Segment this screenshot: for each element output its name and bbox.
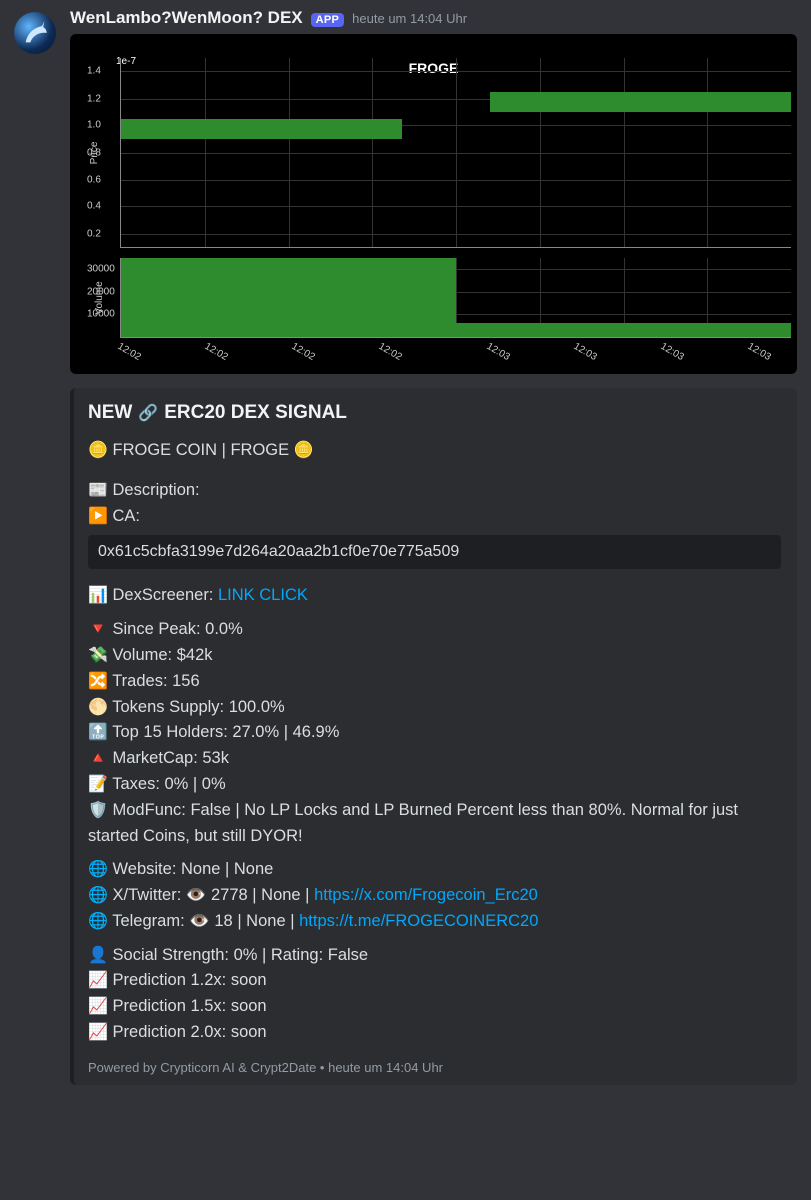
- memo-icon: 📝: [88, 776, 108, 793]
- embed-card: NEW 🔗 ERC20 DEX SIGNAL 🪙 FROGE COIN | FR…: [70, 388, 797, 1085]
- ca-label: ▶️ CA:: [88, 504, 781, 530]
- top-icon: 🔝: [88, 724, 108, 741]
- modfunc-row: 🛡️ ModFunc: False | No LP Locks and LP B…: [88, 798, 781, 849]
- username[interactable]: WenLambo?WenMoon? DEX: [70, 8, 303, 28]
- message-header: WenLambo?WenMoon? DEX APP heute um 14:04…: [70, 8, 797, 28]
- coin-icon: 🪙: [88, 442, 108, 459]
- bot-avatar[interactable]: [14, 12, 56, 54]
- dexscreener-row: 📊 DexScreener: LINK CLICK: [88, 583, 781, 609]
- coin-icon: 🪙: [294, 442, 314, 459]
- price-bar-1: [121, 119, 402, 139]
- supply-row: 🌕 Tokens Supply: 100.0%: [88, 695, 781, 721]
- trades-row: 🔀 Trades: 156: [88, 669, 781, 695]
- money-icon: 💸: [88, 647, 108, 664]
- person-icon: 👤: [88, 947, 108, 964]
- chart-up-icon: 📈: [88, 972, 108, 989]
- twitter-row: 🌐 X/Twitter: 👁️ 2778 | None | https://x.…: [88, 883, 781, 909]
- play-icon: ▶️: [88, 508, 108, 525]
- app-badge: APP: [311, 13, 345, 27]
- globe-icon: 🌐: [88, 887, 108, 904]
- embed-footer: Powered by Crypticorn AI & Crypt2Date • …: [88, 1060, 781, 1075]
- since-peak-row: 🔻 Since Peak: 0.0%: [88, 617, 781, 643]
- down-triangle-icon: 🔻: [88, 621, 108, 638]
- newspaper-icon: 📰: [88, 482, 108, 499]
- embed-title: NEW 🔗 ERC20 DEX SIGNAL: [88, 402, 781, 424]
- telegram-row: 🌐 Telegram: 👁️ 18 | None | https://t.me/…: [88, 909, 781, 935]
- unicorn-icon: [21, 19, 49, 47]
- description-label: 📰 Description:: [88, 478, 781, 504]
- coin-line: 🪙 FROGE COIN | FROGE 🪙: [88, 438, 781, 464]
- globe-icon: 🌐: [88, 861, 108, 878]
- dexscreener-link[interactable]: LINK CLICK: [218, 586, 308, 604]
- chart-up-icon: 📈: [88, 998, 108, 1015]
- message: WenLambo?WenMoon? DEX APP heute um 14:04…: [14, 8, 797, 1085]
- chain-icon: 🔗: [138, 403, 158, 423]
- telegram-link[interactable]: https://t.me/FROGECOINERC20: [299, 912, 538, 930]
- mcap-row: 🔺 MarketCap: 53k: [88, 746, 781, 772]
- volume-bar-2: [456, 323, 791, 337]
- globe-icon: 🌐: [88, 913, 108, 930]
- social-strength-row: 👤 Social Strength: 0% | Rating: False: [88, 943, 781, 969]
- chart-up-icon: 📈: [88, 1024, 108, 1041]
- volume-row: 💸 Volume: $42k: [88, 643, 781, 669]
- website-row: 🌐 Website: None | None: [88, 857, 781, 883]
- volume-plot: Volume 10000 20000 30000 12:02 12:02 12:…: [120, 258, 791, 338]
- twitter-link[interactable]: https://x.com/Frogecoin_Erc20: [314, 886, 538, 904]
- pyramid-icon: 🔺: [88, 750, 108, 767]
- price-plot: Price 0.2 0.4 0.6 0.8 1.0 1.2 1.4: [120, 58, 791, 248]
- prediction-20-row: 📈 Prediction 2.0x: soon: [88, 1020, 781, 1046]
- taxes-row: 📝 Taxes: 0% | 0%: [88, 772, 781, 798]
- contract-address[interactable]: 0x61c5cbfa3199e7d264a20aa2b1cf0e70e775a5…: [88, 535, 781, 569]
- shield-icon: 🛡️: [88, 802, 108, 819]
- price-bar-2: [490, 92, 792, 112]
- prediction-12-row: 📈 Prediction 1.2x: soon: [88, 968, 781, 994]
- chart-icon: 📊: [88, 587, 108, 604]
- chart-attachment[interactable]: 1e-7 FROGE Price 0.2 0.4 0.6 0.8 1.0 1.2…: [70, 34, 797, 374]
- top15-row: 🔝 Top 15 Holders: 27.0% | 46.9%: [88, 720, 781, 746]
- message-timestamp: heute um 14:04 Uhr: [352, 11, 467, 26]
- moon-icon: 🌕: [88, 699, 108, 716]
- swap-icon: 🔀: [88, 673, 108, 690]
- prediction-15-row: 📈 Prediction 1.5x: soon: [88, 994, 781, 1020]
- volume-bar-1: [121, 258, 456, 337]
